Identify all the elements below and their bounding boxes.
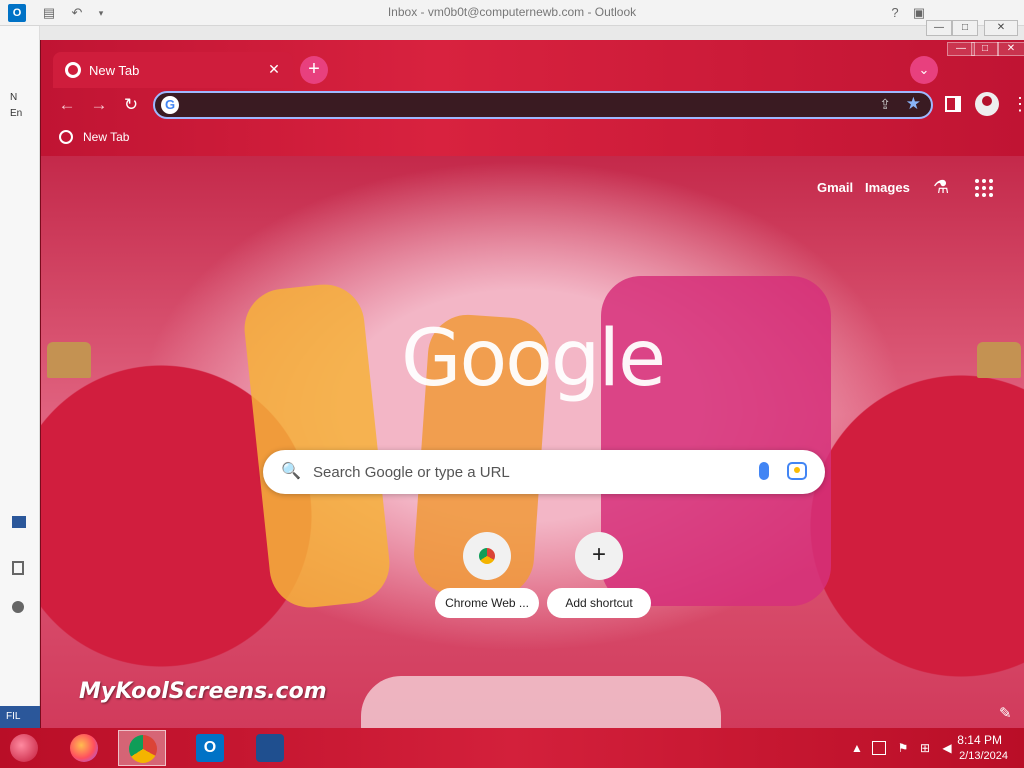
taskbar-firefox[interactable]: [60, 730, 108, 766]
microphone-icon[interactable]: [759, 462, 769, 480]
chrome-favicon-icon: [59, 130, 73, 144]
tab-search-button[interactable]: ⌄: [910, 56, 938, 84]
bookmark-star-icon[interactable]: ★: [906, 94, 921, 114]
shortcut-label: Add shortcut: [547, 588, 651, 618]
start-button[interactable]: [0, 730, 48, 766]
calendar-icon[interactable]: [12, 561, 24, 575]
tab-new-tab[interactable]: New Tab ✕: [53, 52, 293, 88]
shortcut-icon-circle: [463, 532, 511, 580]
tab-close-icon[interactable]: ✕: [265, 60, 283, 78]
outlook-window-title: Inbox - vm0b0t@computernewb.com - Outloo…: [387, 5, 637, 19]
volume-muted-icon[interactable]: ◀: [940, 741, 954, 755]
outlook-icon: O: [196, 734, 224, 762]
google-g-icon: G: [161, 96, 179, 114]
share-icon[interactable]: ⇪: [879, 96, 891, 113]
chrome-favicon-icon: [65, 62, 81, 78]
chrome-menu-icon[interactable]: ⋮: [1011, 92, 1024, 116]
profile-avatar-icon[interactable]: [975, 92, 999, 116]
chrome-maximize-button[interactable]: □: [971, 42, 999, 56]
chrome-toolbar: ← → ↻ G ⇪ ★ ⋮: [41, 88, 1024, 122]
chrome-window: — □ ✕ New Tab ✕ + ⌄ ← → ↻ G ⇪ ★ ⋮: [40, 40, 1024, 730]
outlook-title-bar: O ▤ ↶ ▾ Inbox - vm0b0t@computernewb.com …: [0, 0, 1024, 26]
side-panel-icon[interactable]: [945, 96, 961, 112]
virtualbox-icon: [256, 734, 284, 762]
bookmark-label: New Tab: [83, 130, 130, 144]
google-lens-icon[interactable]: [787, 462, 807, 480]
taskbar: O ▲ ⚑ ⊞ ◀ 8:14 PM 2/13/2024: [0, 728, 1024, 768]
search-icon: 🔍: [281, 463, 301, 480]
ornament-cap-left-icon: [47, 342, 91, 378]
add-shortcut-icon: +: [575, 532, 623, 580]
chrome-web-store-icon: [479, 548, 495, 564]
theme-letter-n-icon: [240, 280, 394, 612]
action-center-flag-icon[interactable]: ⚑: [896, 741, 910, 755]
chrome-frame: — □ ✕ New Tab ✕ + ⌄ ← → ↻ G ⇪ ★ ⋮: [41, 40, 1024, 156]
google-logo: Google: [401, 314, 666, 404]
ornament-cap-right-icon: [977, 342, 1021, 378]
labs-icon[interactable]: ⚗: [933, 177, 953, 199]
gmail-link[interactable]: Gmail: [817, 180, 853, 195]
address-bar[interactable]: G ⇪ ★: [153, 91, 933, 119]
clock-date[interactable]: 2/13/2024: [959, 750, 1008, 762]
display-icon[interactable]: [872, 741, 886, 755]
outlook-left-pane: N En: [0, 26, 40, 726]
ntp-top-links: Gmail Images ⚗: [745, 177, 1024, 204]
outlook-minimize-button[interactable]: —: [926, 20, 952, 36]
network-icon[interactable]: ⊞: [918, 741, 932, 755]
bookmarks-bar: New Tab: [41, 124, 1024, 152]
start-ornament-icon: [10, 734, 38, 762]
forward-icon[interactable]: →: [87, 93, 111, 117]
taskbar-outlook[interactable]: O: [186, 730, 234, 766]
reload-icon[interactable]: ↻: [119, 93, 143, 117]
show-hidden-icons-icon[interactable]: ▲: [850, 741, 864, 755]
customize-pencil-icon[interactable]: ✎: [999, 704, 1017, 722]
taskbar-chrome[interactable]: [118, 730, 166, 766]
images-link[interactable]: Images: [865, 180, 910, 195]
search-box[interactable]: 🔍: [263, 450, 825, 494]
tab-title: New Tab: [89, 63, 140, 78]
new-tab-page: Gmail Images ⚗ Google 🔍 Chrome Web ... +…: [41, 156, 1024, 730]
outlook-close-button[interactable]: ✕: [984, 20, 1018, 36]
theme-year-text-icon: [361, 676, 721, 730]
people-icon[interactable]: [12, 601, 24, 613]
watermark-text: MyKoolScreens.com: [79, 679, 327, 704]
firefox-icon: [70, 734, 98, 762]
chrome-close-button[interactable]: ✕: [997, 42, 1024, 56]
system-tray: ▲ ⚑ ⊞ ◀ 8:14 PM 2/13/2024: [824, 728, 1024, 768]
outlook-side-text-en: En: [10, 108, 23, 119]
outlook-maximize-button[interactable]: □: [952, 20, 978, 36]
address-input[interactable]: [187, 96, 867, 114]
google-apps-icon[interactable]: [975, 179, 993, 197]
chrome-icon: [129, 735, 157, 763]
mail-icon[interactable]: [12, 516, 26, 528]
shortcut-chrome-web-store[interactable]: Chrome Web ...: [435, 532, 539, 622]
clock-time[interactable]: 8:14 PM: [957, 733, 1002, 747]
new-tab-button[interactable]: +: [300, 56, 328, 84]
shortcut-label: Chrome Web ...: [435, 588, 539, 618]
shortcut-add[interactable]: + Add shortcut: [547, 532, 651, 622]
taskbar-virtualbox[interactable]: [246, 730, 294, 766]
back-icon[interactable]: ←: [55, 93, 79, 117]
help-icon[interactable]: ?: [886, 4, 904, 22]
search-input[interactable]: [313, 460, 733, 484]
outlook-status-text: FIL: [0, 706, 40, 728]
outlook-side-text-n: N: [10, 92, 18, 103]
